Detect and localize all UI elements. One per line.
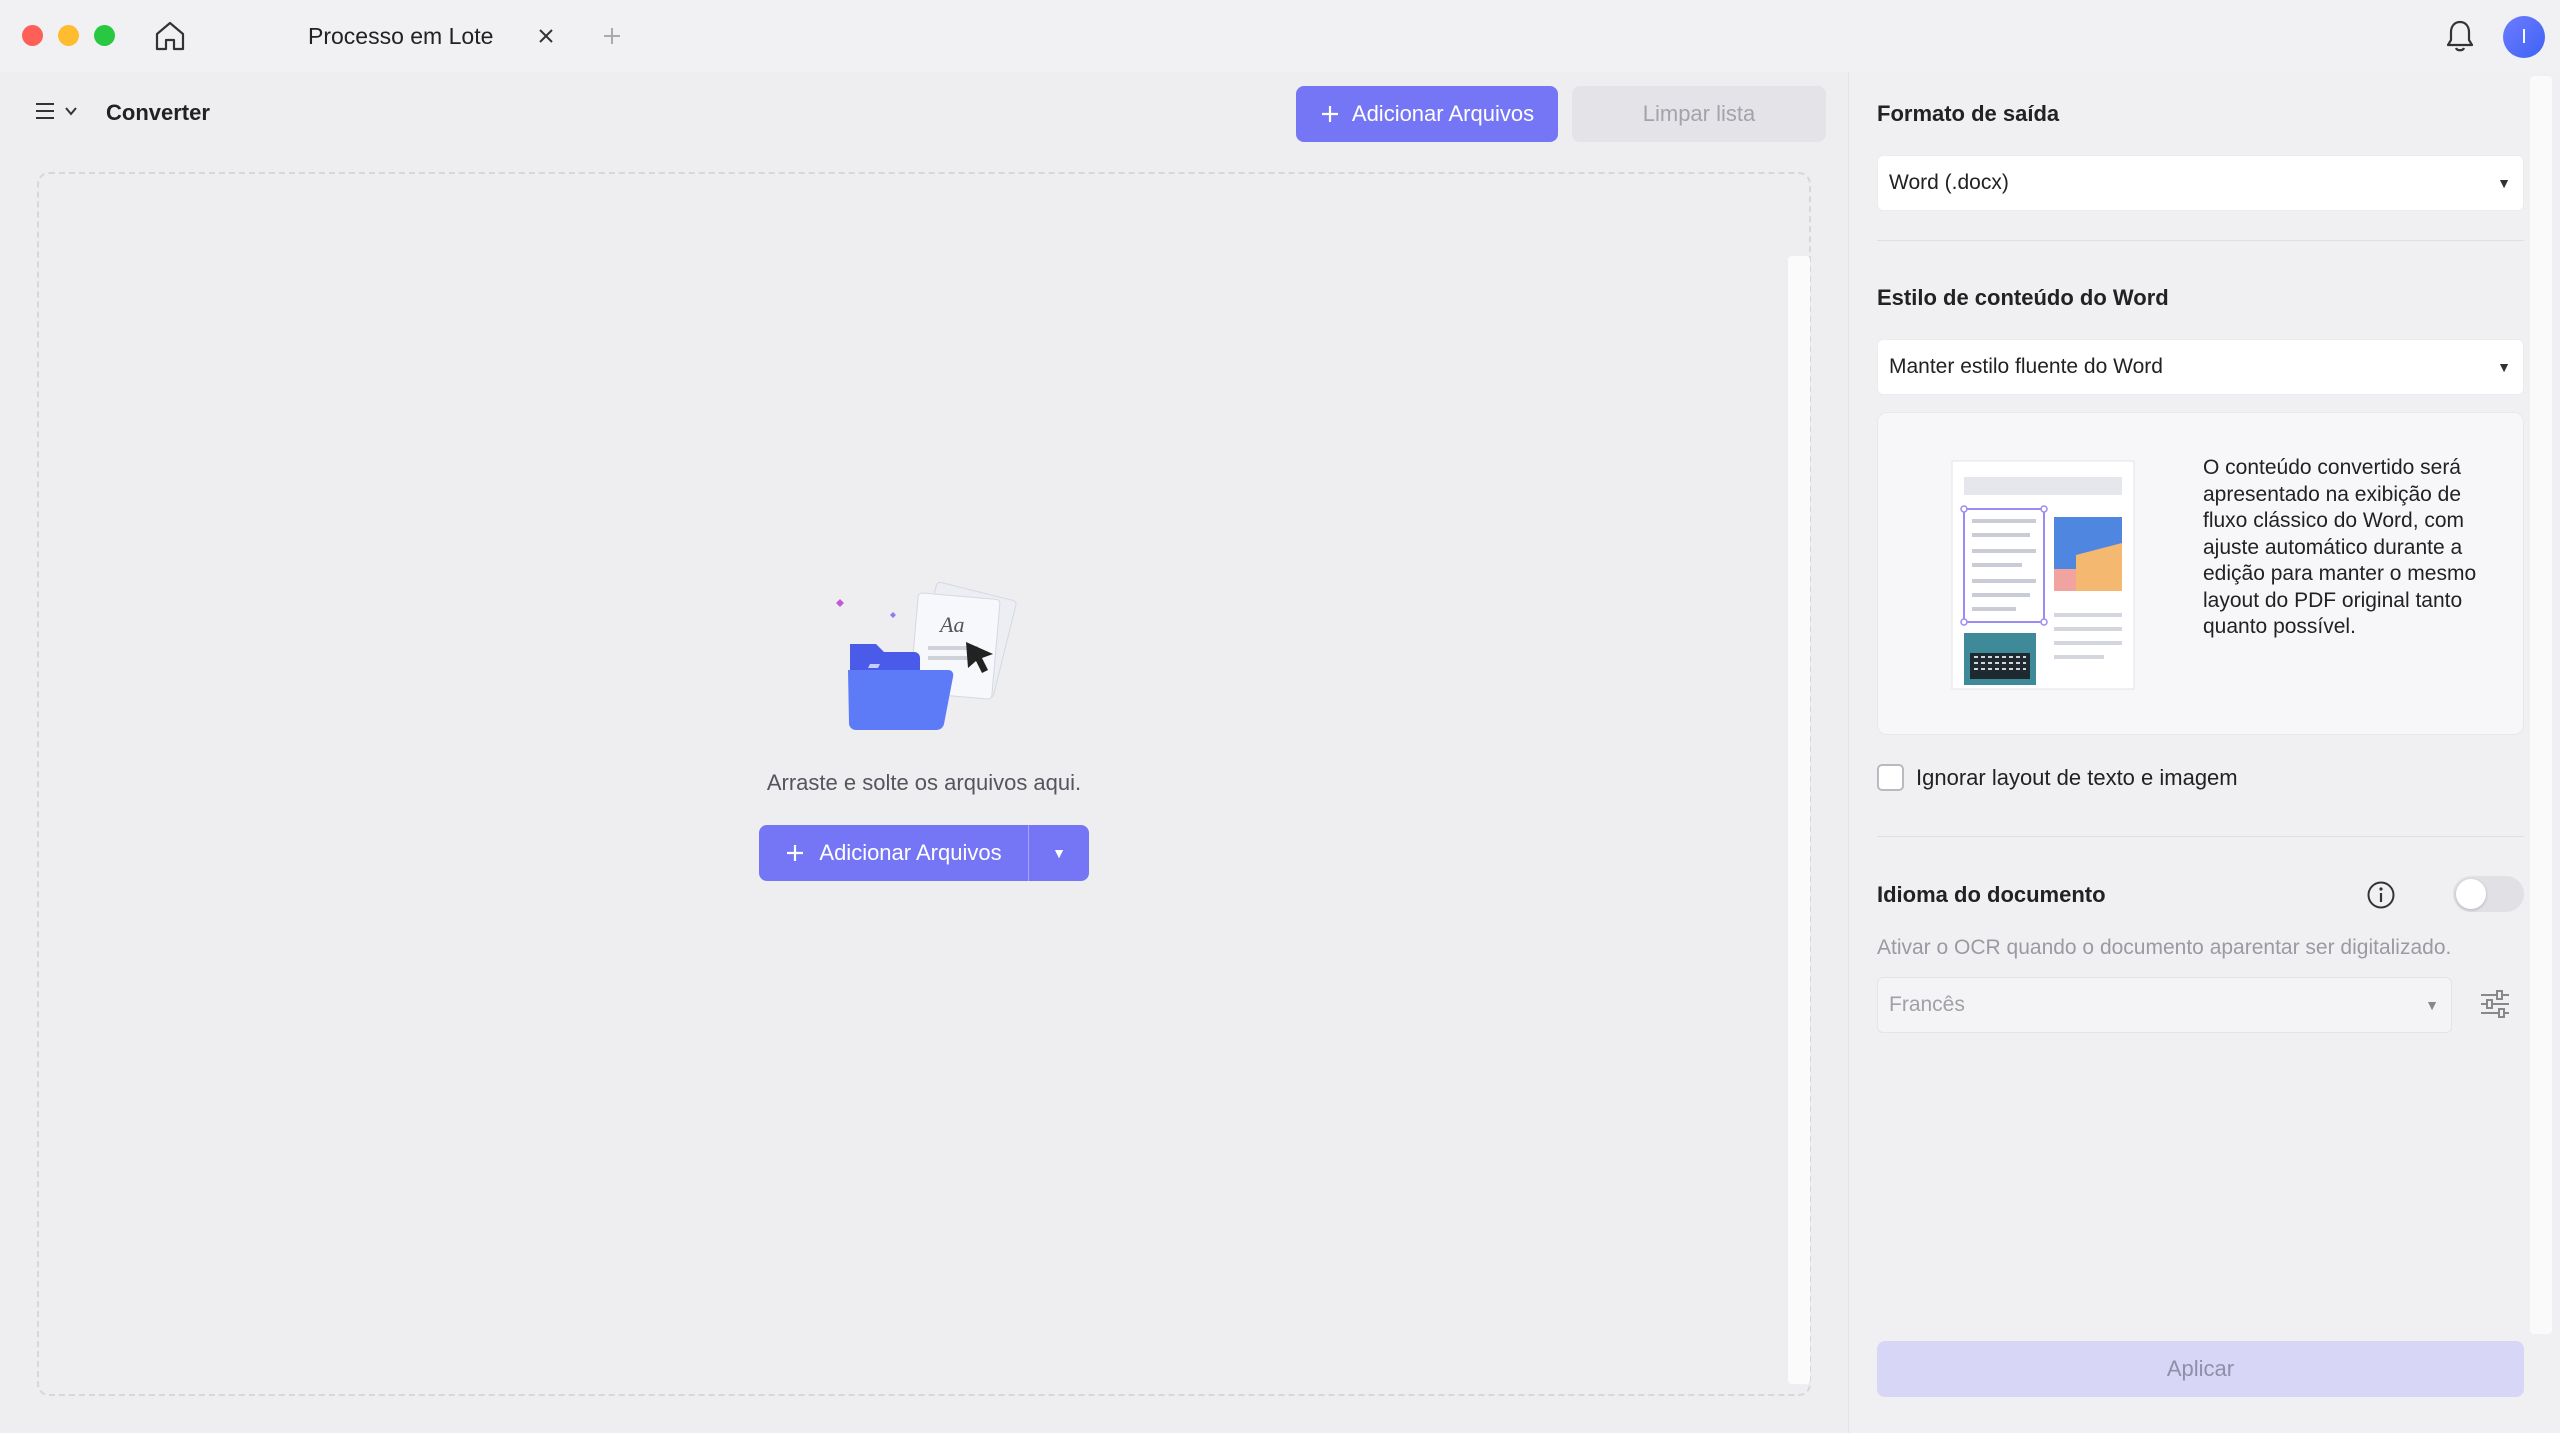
add-files-dropdown-button[interactable]: ▼ (1029, 825, 1089, 881)
caret-down-icon: ▼ (2497, 359, 2511, 375)
converter-toolbar: Converter Adicionar Arquivos Limpar list… (0, 72, 1850, 158)
caret-down-icon: ▼ (1052, 845, 1066, 861)
word-style-label: Estilo de conteúdo do Word (1877, 285, 2169, 310)
caret-down-icon: ▼ (2425, 997, 2439, 1013)
list-icon (36, 103, 54, 119)
language-select[interactable]: Francês ▼ (1877, 977, 2452, 1033)
add-tab-icon[interactable] (598, 22, 626, 50)
menu-toggle[interactable] (34, 100, 78, 122)
add-files-label: Adicionar Arquivos (1351, 101, 1535, 126)
style-description: O conteúdo convertido será apresentado n… (2203, 456, 2477, 638)
ignore-layout-checkbox[interactable] (1877, 764, 1904, 791)
apply-button[interactable]: Aplicar (1877, 1341, 2524, 1397)
clear-list-label: Limpar lista (1642, 101, 1756, 126)
page-title: Converter (106, 100, 210, 125)
word-style-value: Manter estilo fluente do Word (1889, 355, 2163, 378)
add-files-main-button[interactable]: Adicionar Arquivos (759, 825, 1029, 881)
window-maximize-button[interactable] (94, 25, 115, 46)
settings-panel (1848, 72, 2560, 1433)
plus-icon (1321, 106, 1338, 122)
ocr-hint: Ativar o OCR quando o documento aparenta… (1877, 936, 2452, 959)
output-format-label: Formato de saída (1877, 101, 2060, 126)
ignore-layout-row[interactable]: Ignorar layout de texto e imagem (1877, 764, 2238, 791)
toggle-knob (2456, 879, 2486, 909)
close-icon[interactable] (534, 24, 558, 48)
title-bar: Processo em Lote I (0, 0, 2560, 72)
window-minimize-button[interactable] (58, 25, 79, 46)
divider (1877, 240, 2524, 241)
drop-instruction: Arraste e solte os arquivos aqui. (766, 770, 1082, 795)
output-format-select[interactable]: Word (.docx) ▼ (1877, 155, 2524, 211)
ocr-toggle[interactable] (2453, 876, 2524, 912)
add-files-split-button: Adicionar Arquivos ▼ (759, 825, 1089, 881)
clear-list-button[interactable]: Limpar lista (1572, 86, 1826, 142)
apply-label: Aplicar (2166, 1356, 2235, 1381)
tab-batch-process[interactable]: Processo em Lote (284, 12, 576, 60)
sliders-icon[interactable] (2477, 986, 2513, 1022)
svg-text:Aa: Aa (938, 612, 964, 637)
info-icon[interactable] (2366, 880, 2396, 910)
ignore-layout-label: Ignorar layout de texto e imagem (1916, 764, 2238, 790)
bell-icon[interactable] (2440, 16, 2480, 56)
doc-language-label: Idioma do documento (1877, 882, 2106, 907)
file-list-scrollbar[interactable] (1788, 256, 1810, 1384)
folder-illustration-icon: Aa (828, 580, 1028, 750)
output-format-value: Word (.docx) (1889, 171, 2009, 194)
divider (1877, 836, 2524, 837)
document-preview-icon (1948, 457, 2138, 693)
style-preview-card: O conteúdo convertido será apresentado n… (1877, 412, 2524, 735)
language-value: Francês (1889, 993, 1965, 1016)
avatar[interactable]: I (2503, 16, 2545, 58)
add-files-button[interactable]: Adicionar Arquivos (1296, 86, 1558, 142)
word-style-select[interactable]: Manter estilo fluente do Word ▼ (1877, 339, 2524, 395)
settings-scrollbar[interactable] (2530, 76, 2552, 1334)
add-files-main-label: Adicionar Arquivos (819, 840, 1002, 865)
caret-down-icon: ▼ (2497, 175, 2511, 191)
tab-title: Processo em Lote (308, 22, 494, 49)
chevron-down-icon (65, 107, 77, 116)
plus-icon (787, 845, 804, 861)
window-close-button[interactable] (22, 25, 43, 46)
home-icon[interactable] (150, 18, 190, 54)
